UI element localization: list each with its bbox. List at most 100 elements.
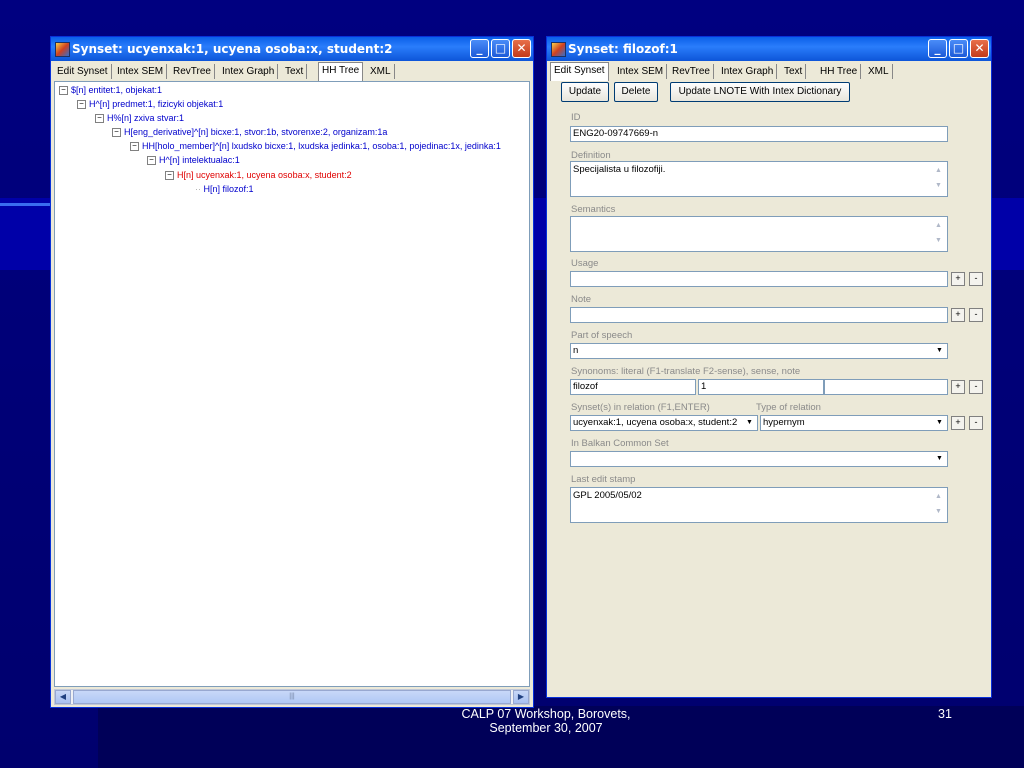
collapse-icon[interactable]: − bbox=[165, 171, 174, 181]
tab-intex-graph[interactable]: Intex Graph bbox=[219, 64, 279, 79]
dropdown-arrow-icon[interactable]: ▼ bbox=[933, 345, 946, 357]
tab-text[interactable]: Text bbox=[282, 64, 308, 79]
horizontal-scrollbar[interactable]: ◀ ||| ▶ bbox=[54, 689, 530, 705]
definition-scrollbar[interactable]: ▲ ▼ bbox=[932, 163, 946, 195]
relation-synset-value: ucyenxak:1, ucyena osoba:x, student:2 bbox=[573, 417, 738, 428]
hh-tree-window: Synset: ucyenxak:1, ucyena osoba:x, stud… bbox=[50, 36, 534, 708]
minimize-button[interactable]: _ bbox=[928, 39, 947, 58]
dropdown-arrow-icon[interactable]: ▼ bbox=[743, 417, 756, 429]
tree-node[interactable]: − H^[n] predmet:1, fizicyki objekat:1 bbox=[77, 99, 223, 110]
edit-synset-window: Synset: filozof:1 _ □ ✕ Edit Synset Inte… bbox=[546, 36, 992, 698]
dropdown-arrow-icon[interactable]: ▼ bbox=[933, 417, 946, 429]
update-button[interactable]: Update bbox=[561, 82, 609, 102]
collapse-icon[interactable]: − bbox=[130, 142, 139, 152]
close-button[interactable]: ✕ bbox=[512, 39, 531, 58]
footer-caption: CALP 07 Workshop, Borovets, September 30… bbox=[396, 707, 696, 735]
remove-note-button[interactable]: - bbox=[969, 308, 983, 322]
semantics-label: Semantics bbox=[571, 204, 616, 215]
tree-node[interactable]: − $[n] entitet:1, objekat:1 bbox=[59, 85, 162, 96]
add-note-button[interactable]: + bbox=[951, 308, 965, 322]
pos-select[interactable]: n ▼ bbox=[570, 343, 948, 359]
semantics-field[interactable]: ▲ ▼ bbox=[570, 216, 948, 252]
tab-text[interactable]: Text bbox=[781, 64, 807, 79]
window-titlebar[interactable]: Synset: ucyenxak:1, ucyena osoba:x, stud… bbox=[51, 37, 533, 61]
tree-node[interactable]: − H[eng_derivative]^[n] bicxe:1, stvor:1b… bbox=[112, 127, 387, 138]
tab-intex-sem[interactable]: Intex SEM bbox=[614, 64, 668, 79]
footer-line-1: CALP 07 Workshop, Borovets, bbox=[461, 707, 631, 721]
relation-type-value: hypernym bbox=[763, 417, 805, 428]
update-lnote-button[interactable]: Update LNOTE With Intex Dictionary bbox=[670, 82, 850, 102]
add-relation-button[interactable]: + bbox=[951, 416, 965, 430]
tree-connector: ·· bbox=[195, 184, 204, 194]
scroll-right-icon[interactable]: ▶ bbox=[513, 690, 529, 704]
tree-node-current[interactable]: − H[n] ucyenxak:1, ucyena osoba:x, studen… bbox=[165, 170, 352, 181]
usage-label: Usage bbox=[571, 258, 599, 269]
tab-edit-synset[interactable]: Edit Synset bbox=[54, 64, 112, 79]
semantics-scrollbar[interactable]: ▲ ▼ bbox=[932, 218, 946, 250]
collapse-icon[interactable]: − bbox=[95, 114, 104, 124]
tree-node[interactable]: − H^[n] intelektualac:1 bbox=[147, 155, 240, 166]
close-button[interactable]: ✕ bbox=[970, 39, 989, 58]
tab-edit-synset[interactable]: Edit Synset bbox=[550, 62, 609, 81]
tab-strip: Edit Synset Intex SEM RevTree Intex Grap… bbox=[52, 62, 532, 81]
scroll-down-icon[interactable]: ▼ bbox=[932, 506, 945, 519]
stamp-label: Last edit stamp bbox=[571, 474, 636, 485]
remove-usage-button[interactable]: - bbox=[969, 272, 983, 286]
scroll-left-icon[interactable]: ◀ bbox=[55, 690, 71, 704]
tab-intex-graph[interactable]: Intex Graph bbox=[718, 64, 778, 79]
window-titlebar[interactable]: Synset: filozof:1 _ □ ✕ bbox=[547, 37, 991, 61]
scroll-up-icon[interactable]: ▲ bbox=[932, 165, 945, 178]
definition-label: Definition bbox=[571, 150, 611, 161]
relation-synset-select[interactable]: ucyenxak:1, ucyena osoba:x, student:2 ▼ bbox=[570, 415, 758, 431]
synonyms-label: Synonoms: literal (F1-translate F2-sense… bbox=[571, 366, 801, 377]
tab-intex-sem[interactable]: Intex SEM bbox=[114, 64, 168, 79]
slide-number: 31 bbox=[938, 707, 952, 721]
app-icon bbox=[551, 42, 566, 57]
tree-node[interactable]: − HH[holo_member]^[n] lxudsko bicxe:1, lx… bbox=[130, 141, 501, 152]
collapse-icon[interactable]: − bbox=[112, 128, 121, 138]
remove-relation-button[interactable]: - bbox=[969, 416, 983, 430]
stamp-scrollbar[interactable]: ▲ ▼ bbox=[932, 489, 946, 521]
usage-field[interactable] bbox=[570, 271, 948, 287]
scroll-thumb[interactable]: ||| bbox=[73, 690, 511, 704]
collapse-icon[interactable]: − bbox=[59, 86, 68, 96]
minimize-button[interactable]: _ bbox=[470, 39, 489, 58]
scroll-up-icon[interactable]: ▲ bbox=[932, 220, 945, 233]
selected-node-label: H[n] filozof:1 bbox=[203, 184, 254, 194]
collapse-icon[interactable]: − bbox=[147, 156, 156, 166]
pos-label: Part of speech bbox=[571, 330, 633, 341]
dropdown-arrow-icon[interactable]: ▼ bbox=[933, 453, 946, 465]
tab-hh-tree[interactable]: HH Tree bbox=[817, 64, 862, 79]
maximize-button[interactable]: □ bbox=[491, 39, 510, 58]
scroll-down-icon[interactable]: ▼ bbox=[932, 180, 945, 193]
scroll-up-icon[interactable]: ▲ bbox=[932, 491, 945, 504]
definition-field[interactable]: Specijalista u filozofiji. ▲ ▼ bbox=[570, 161, 948, 197]
tab-revtree[interactable]: RevTree bbox=[170, 64, 215, 79]
synonym-literal-field[interactable]: filozof bbox=[570, 379, 696, 395]
add-synonym-button[interactable]: + bbox=[951, 380, 965, 394]
stamp-field[interactable]: GPL 2005/05/02 ▲ ▼ bbox=[570, 487, 948, 523]
note-field[interactable] bbox=[570, 307, 948, 323]
remove-synonym-button[interactable]: - bbox=[969, 380, 983, 394]
definition-text: Specijalista u filozofiji. bbox=[573, 164, 666, 175]
tab-strip: Edit Synset Intex SEM RevTree Intex Grap… bbox=[548, 62, 990, 81]
id-field[interactable]: ENG20-09747669-n bbox=[570, 126, 948, 142]
scroll-down-icon[interactable]: ▼ bbox=[932, 235, 945, 248]
note-label: Note bbox=[571, 294, 592, 305]
balkan-select[interactable]: ▼ bbox=[570, 451, 948, 467]
tree-node-leaf[interactable]: ·· H[n] filozof:1 bbox=[195, 184, 254, 194]
maximize-button[interactable]: □ bbox=[949, 39, 968, 58]
id-label: ID bbox=[571, 112, 581, 123]
tab-hh-tree[interactable]: HH Tree bbox=[318, 62, 364, 81]
tab-xml[interactable]: XML bbox=[367, 64, 395, 79]
collapse-icon[interactable]: − bbox=[77, 100, 86, 110]
add-usage-button[interactable]: + bbox=[951, 272, 965, 286]
relation-type-select[interactable]: hypernym ▼ bbox=[760, 415, 948, 431]
delete-button[interactable]: Delete bbox=[614, 82, 658, 102]
tab-revtree[interactable]: RevTree bbox=[669, 64, 714, 79]
tree-node[interactable]: − H%[n] zxiva stvar:1 bbox=[95, 113, 184, 124]
synonym-sense-field[interactable]: 1 bbox=[698, 379, 824, 395]
app-icon bbox=[55, 42, 70, 57]
tab-xml[interactable]: XML bbox=[865, 64, 893, 79]
synonym-note-field[interactable] bbox=[824, 379, 948, 395]
